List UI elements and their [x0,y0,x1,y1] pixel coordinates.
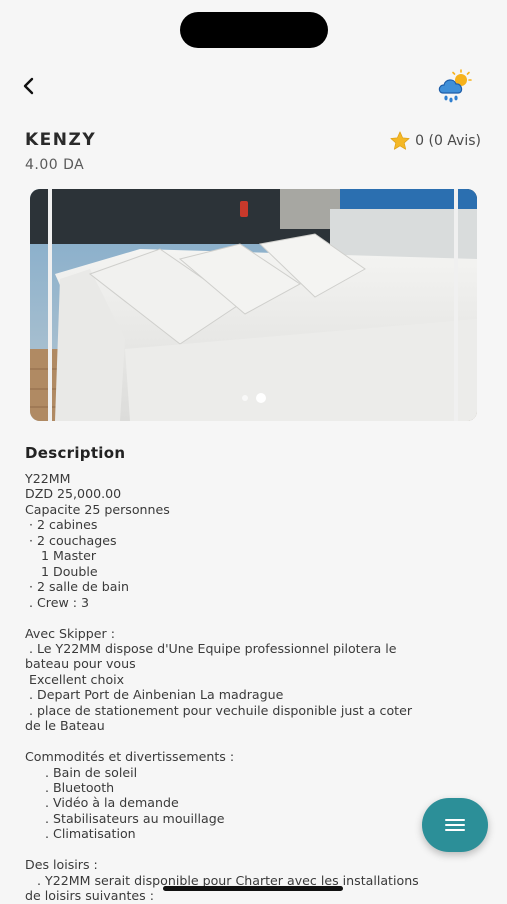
description-line: 1 Master [25,548,97,564]
description-line: . Climatisation [25,826,136,842]
description-line [25,842,485,857]
description-line: Commodités et divertissements : [25,749,235,765]
description-heading: Description [25,444,126,462]
description-line: bateau pour vous [25,656,136,672]
star-icon [390,131,410,150]
chevron-left-icon [23,77,34,95]
weather-rain-sun-icon [438,69,472,103]
description-line: . Le Y22MM dispose d'Une Equipe professi… [25,640,397,656]
menu-icon [445,819,465,831]
description-line: . Bain de soleil [25,764,138,780]
description-line: 1 Double [25,563,98,579]
back-button[interactable] [14,70,46,102]
description-line: Avec Skipper : [25,625,115,641]
carousel-dot-active[interactable] [255,393,266,403]
description-line: . place de stationement pour vechuile di… [25,702,413,718]
nav-bar [0,64,507,108]
status-bar [0,0,507,60]
description-line: · 2 salle de bain [25,579,129,595]
description-body: Y22MM DZD 25,000.00 Capacite 25 personnes … [25,471,485,904]
description-line: · 2 cabines [25,517,98,533]
description-line: . Crew : 3 [25,594,90,610]
menu-fab-button[interactable] [422,798,488,852]
description-line: Capacite 25 personnes [25,501,170,517]
description-line [25,610,485,625]
carousel-pagination [30,393,477,403]
boat-title: KENZY [25,130,97,150]
boat-price: 4.00 DA [25,157,85,173]
carousel-dot[interactable] [241,395,248,401]
description-line: . Depart Port de Ainbenian La madrague [25,687,284,703]
dynamic-island [180,12,328,48]
image-carousel[interactable] [30,189,477,421]
description-line: . Bluetooth [25,780,115,796]
description-line: Excellent choix [25,671,125,687]
description-line: de le Bateau [25,718,105,734]
boat-deck-photo [30,189,477,421]
description-line: Y22MM [25,471,71,486]
description-line [25,734,485,749]
description-line: DZD 25,000.00 [25,486,122,502]
description-line: · 2 couchages [25,532,117,548]
home-indicator [163,886,343,891]
rating-text: 0 (0 Avis) [415,133,481,149]
description-line: Des loisirs : [25,857,98,873]
description-line: . Stabilisateurs au mouillage [25,810,225,826]
weather-button[interactable] [435,68,477,104]
description-line: . Vidéo à la demande [25,795,179,811]
rating[interactable]: 0 (0 Avis) [389,130,481,152]
